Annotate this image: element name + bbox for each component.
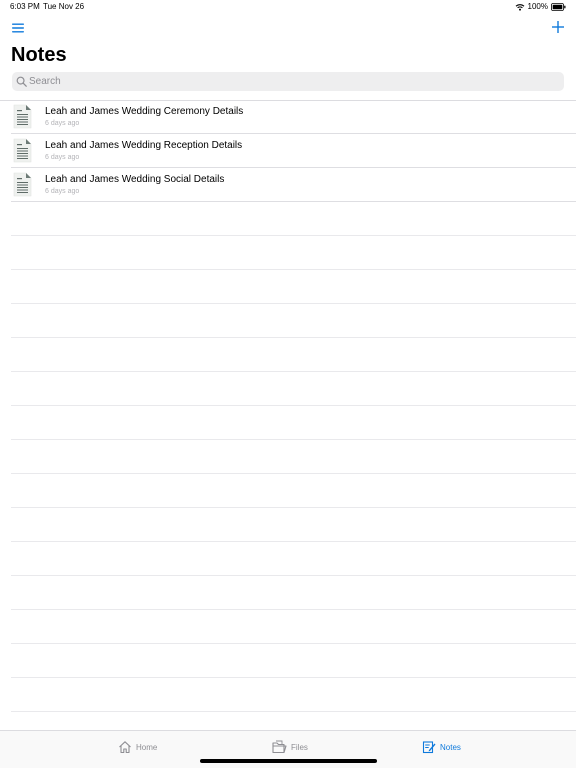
folder-icon (272, 740, 287, 754)
note-list-item[interactable]: Leah and James Wedding Social Details 6 … (0, 168, 576, 202)
note-title: Leah and James Wedding Reception Details (45, 140, 243, 151)
tab-label: Home (136, 742, 158, 752)
tab-label: Files (291, 742, 308, 752)
status-time: 6:03 PM (10, 2, 40, 11)
tab-home[interactable]: Home (118, 739, 157, 755)
notes-screen: 6:03 PM Tue Nov 26 100% Notes Search Lea… (0, 0, 576, 768)
status-bar: 6:03 PM Tue Nov 26 100% (0, 0, 576, 14)
document-icon (13, 104, 32, 129)
home-indicator[interactable] (200, 759, 377, 763)
search-icon (16, 76, 27, 87)
note-title: Leah and James Wedding Ceremony Details (45, 106, 244, 117)
page-title: Notes (11, 44, 67, 66)
note-list-item[interactable]: Leah and James Wedding Reception Details… (0, 134, 576, 168)
note-edit-icon (422, 741, 436, 754)
search-bar[interactable] (12, 72, 564, 91)
note-title: Leah and James Wedding Social Details (45, 174, 225, 185)
search-input[interactable] (29, 72, 559, 91)
plus-icon (552, 21, 564, 33)
note-list-item[interactable]: Leah and James Wedding Ceremony Details … (0, 100, 576, 134)
wifi-icon (515, 3, 525, 11)
battery-icon (551, 2, 566, 11)
hamburger-menu-icon (12, 23, 24, 33)
tab-files[interactable]: Files (272, 739, 308, 755)
status-indicators: 100% (515, 2, 566, 11)
add-note-button[interactable] (550, 19, 566, 35)
tab-label: Notes (440, 742, 461, 752)
menu-button[interactable] (11, 21, 25, 35)
document-icon (13, 172, 32, 197)
notes-list: Leah and James Wedding Ceremony Details … (0, 100, 576, 202)
battery-percentage: 100% (527, 2, 548, 11)
document-icon (13, 138, 32, 163)
house-icon (119, 741, 131, 754)
tab-notes[interactable]: Notes (422, 739, 461, 755)
navigation-bar (0, 14, 576, 42)
note-timestamp: 6 days ago (45, 188, 80, 195)
note-timestamp: 6 days ago (45, 154, 80, 161)
status-date: Tue Nov 26 (43, 2, 85, 11)
note-timestamp: 6 days ago (45, 120, 80, 127)
empty-list-rows (0, 202, 576, 730)
